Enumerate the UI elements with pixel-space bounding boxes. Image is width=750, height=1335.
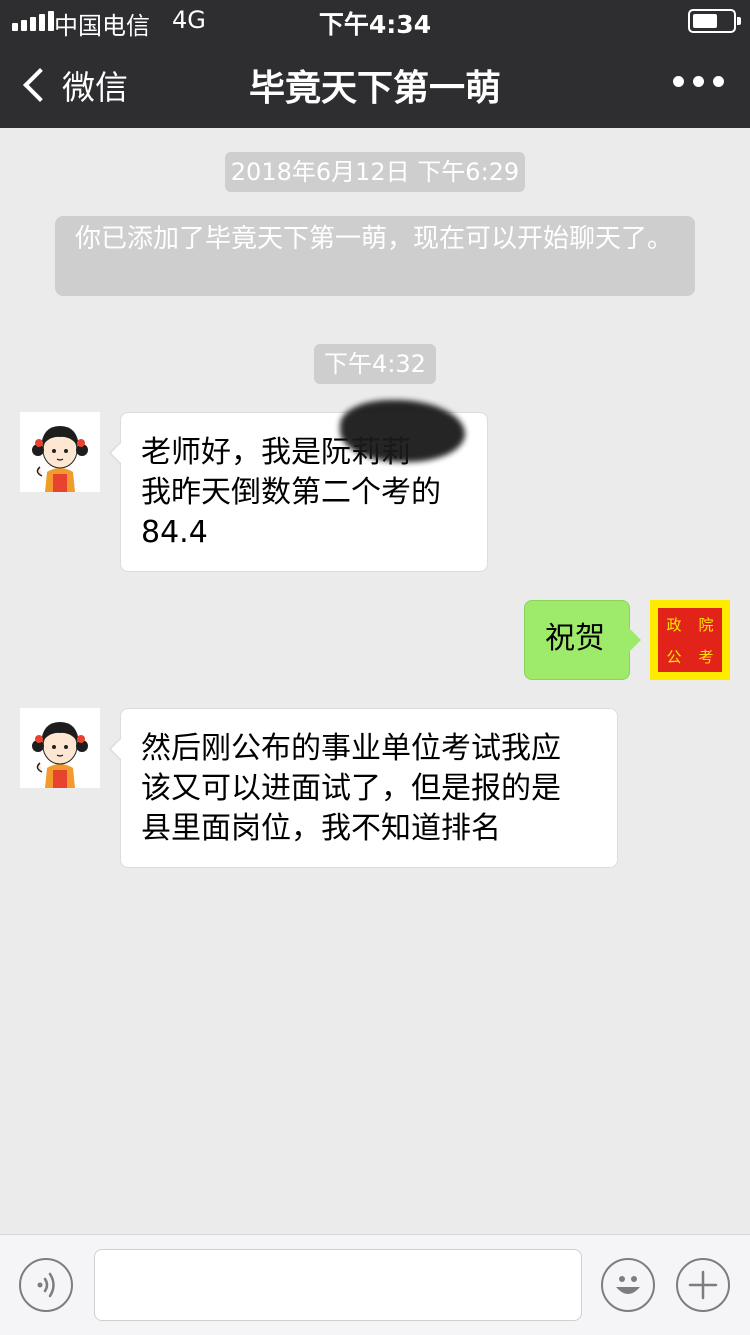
contact-avatar[interactable] <box>20 412 100 492</box>
self-avatar[interactable]: 政 院 公 考 <box>650 600 730 680</box>
system-notice: 你已添加了毕竟天下第一萌，现在可以开始聊天了。 <box>55 216 695 296</box>
stamp-char: 考 <box>698 647 714 666</box>
message-text: 祝贺 <box>545 621 605 656</box>
top-header: 中国电信 4G 下午4:34 微信 毕竟天下第一萌 <box>0 0 750 128</box>
girl-avatar-icon <box>20 412 100 492</box>
contact-avatar[interactable] <box>20 708 100 788</box>
message-line: 该又可以进面试了，但是报的是 <box>141 771 561 806</box>
outgoing-message[interactable]: 祝贺 <box>524 600 641 680</box>
redaction-scribble <box>340 400 465 462</box>
input-bar <box>0 1234 750 1335</box>
timestamp-pill: 2018年6月12日 下午6:29 <box>225 152 525 192</box>
plus-icon <box>688 1270 718 1300</box>
message-input[interactable] <box>94 1249 582 1321</box>
stamp-char: 政 <box>666 615 682 634</box>
timestamp-pill: 下午4:32 <box>314 344 436 384</box>
message-line: 84.4 <box>141 515 208 550</box>
voice-icon <box>37 1272 55 1298</box>
emoji-button[interactable] <box>601 1258 655 1312</box>
chat-title: 毕竟天下第一萌 <box>248 68 501 109</box>
status-time: 下午4:34 <box>318 10 432 39</box>
battery-icon <box>688 9 741 33</box>
add-button[interactable] <box>676 1258 730 1312</box>
message-line: 我昨天倒数第二个考的 <box>141 475 441 510</box>
message-line: 县里面岗位，我不知道排名 <box>141 811 501 846</box>
voice-button[interactable] <box>19 1258 73 1312</box>
stamp-char: 公 <box>666 647 682 666</box>
status-bar: 中国电信 4G 下午4:34 <box>0 0 750 40</box>
nav-bar: 微信 毕竟天下第一萌 <box>0 40 750 128</box>
girl-avatar-icon <box>20 708 100 788</box>
message-line: 然后刚公布的事业单位考试我应 <box>141 731 561 766</box>
incoming-message[interactable]: 然后刚公布的事业单位考试我应 该又可以进面试了，但是报的是 县里面岗位，我不知道… <box>109 708 618 868</box>
stamp-char: 院 <box>698 615 714 634</box>
emoji-icon <box>616 1276 640 1294</box>
more-dots-icon[interactable] <box>673 76 724 87</box>
seal-stamp-icon: 政 院 公 考 <box>658 608 722 672</box>
